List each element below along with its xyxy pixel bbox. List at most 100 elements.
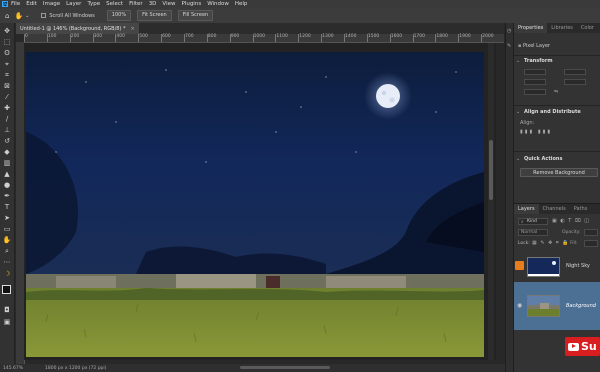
pixel-layer-icon: ▪: [518, 43, 522, 49]
menu-file[interactable]: File: [11, 1, 20, 7]
crop-tool-icon[interactable]: ⌗: [2, 71, 12, 80]
healing-brush-icon[interactable]: ✚: [2, 104, 12, 113]
zoom-tool-icon[interactable]: ⌕: [2, 247, 12, 256]
fit-screen-button[interactable]: Fit Screen: [137, 10, 172, 21]
tab-libraries[interactable]: Libraries: [547, 23, 577, 33]
blur-tool-icon[interactable]: ▲: [2, 170, 12, 179]
background-thumbnail: [527, 295, 560, 317]
eyedropper-tool-icon[interactable]: ⁄: [2, 93, 12, 102]
screen-mode-icon[interactable]: ▣: [2, 318, 12, 327]
quick-select-tool-icon[interactable]: ⌖: [2, 60, 12, 69]
edit-toolbar-icon[interactable]: ☽: [2, 270, 12, 279]
tab-paths[interactable]: Paths: [570, 204, 592, 214]
align-title: Align and Distribute: [524, 109, 581, 115]
transform-header[interactable]: Transform: [514, 57, 600, 66]
x-field[interactable]: [524, 79, 546, 85]
home-icon[interactable]: ⌂: [5, 12, 9, 20]
ruler-label: 100: [47, 34, 57, 39]
layer-row-background[interactable]: ◉ Background: [514, 282, 600, 330]
hand-tool-icon[interactable]: ✋: [14, 12, 23, 20]
menu-filter[interactable]: Filter: [129, 1, 143, 7]
layer-row-night-sky[interactable]: Night Sky: [514, 254, 600, 280]
quick-mask-icon[interactable]: ◘: [2, 306, 12, 315]
layer-name[interactable]: Background: [566, 303, 596, 309]
subscribe-badge: Su: [565, 337, 600, 356]
pen-tool-icon[interactable]: ✒: [2, 192, 12, 201]
document-canvas[interactable]: [26, 52, 484, 357]
remove-background-button[interactable]: Remove Background: [520, 168, 598, 177]
tab-color[interactable]: Color: [577, 23, 598, 33]
menu-edit[interactable]: Edit: [26, 1, 37, 7]
angle-field[interactable]: [524, 89, 546, 95]
menu-3d[interactable]: 3D: [149, 1, 157, 7]
eraser-tool-icon[interactable]: ◆: [2, 148, 12, 157]
rectangle-tool-icon[interactable]: ▭: [2, 225, 12, 234]
align-buttons-icon[interactable]: ▮▮▮ ▮▮▮: [520, 129, 552, 135]
document-tab[interactable]: Untitled-1 @ 146% (Background, RGB/8) * …: [16, 23, 139, 34]
menu-image[interactable]: Image: [43, 1, 60, 7]
ruler-label: 0: [25, 34, 28, 39]
lock-icons[interactable]: ▦ ✎ ✥ ⌗ 🔒: [532, 240, 570, 246]
history-brush-icon[interactable]: ↺: [2, 137, 12, 146]
ruler-label: 2000: [482, 34, 494, 39]
layer-filter-dropdown[interactable]: ⌕ Kind: [518, 218, 548, 225]
menu-layer[interactable]: Layer: [66, 1, 81, 7]
height-field[interactable]: [564, 69, 586, 75]
type-tool-icon[interactable]: T: [2, 203, 12, 212]
menu-select[interactable]: Select: [106, 1, 123, 7]
tab-channels[interactable]: Channels: [539, 204, 570, 214]
chevron-down-icon[interactable]: ⌄: [516, 156, 520, 162]
menu-view[interactable]: View: [162, 1, 175, 7]
width-field[interactable]: [524, 69, 546, 75]
ruler-label: 1200: [299, 34, 311, 39]
layer-name[interactable]: Night Sky: [566, 263, 590, 269]
history-panel-icon[interactable]: ◷: [507, 28, 511, 34]
ruler-label: 800: [207, 34, 217, 39]
document-tab-bar: Untitled-1 @ 146% (Background, RGB/8) * …: [16, 23, 504, 34]
gradient-tool-icon[interactable]: ▥: [2, 159, 12, 168]
chevron-down-icon[interactable]: ⌄: [25, 13, 29, 19]
search-icon: ⌕: [521, 220, 524, 225]
y-field[interactable]: [564, 79, 586, 85]
ruler-label: 300: [93, 34, 103, 39]
horizontal-scroll-thumb[interactable]: [240, 366, 330, 369]
quick-actions-header[interactable]: Quick Actions: [514, 155, 600, 164]
tab-layers[interactable]: Layers: [514, 204, 539, 214]
vertical-scroll-thumb[interactable]: [489, 140, 493, 200]
zoom-100-button[interactable]: 100%: [106, 10, 132, 21]
scroll-all-checkbox[interactable]: [41, 13, 47, 18]
flip-icon[interactable]: ⇋: [554, 89, 558, 95]
ruler-label: 1100: [276, 34, 288, 39]
layer-filter-icons[interactable]: ▣ ◐ T ⌧ ◫: [552, 218, 590, 224]
marquee-tool-icon[interactable]: ⬚: [2, 38, 12, 47]
ruler-label: 1600: [390, 34, 403, 39]
menu-type[interactable]: Type: [87, 1, 100, 7]
clone-stamp-icon[interactable]: ⊥: [2, 126, 12, 135]
frame-tool-icon[interactable]: ⊠: [2, 82, 12, 91]
lasso-tool-icon[interactable]: ʘ: [2, 49, 12, 58]
menu-help[interactable]: Help: [235, 1, 248, 7]
brush-panel-icon[interactable]: ✎: [507, 43, 511, 49]
eye-icon[interactable]: ◉: [517, 302, 522, 309]
vertical-scrollbar[interactable]: [488, 43, 494, 360]
menu-window[interactable]: Window: [207, 1, 229, 7]
brush-tool-icon[interactable]: ∕: [2, 115, 12, 124]
dodge-tool-icon[interactable]: ●: [2, 181, 12, 190]
foreground-color-swatch[interactable]: [2, 285, 11, 294]
blend-mode-dropdown[interactable]: Normal: [518, 229, 548, 236]
layer-type-label: ▪ Pixel Layer: [518, 43, 550, 49]
path-select-icon[interactable]: ➤: [2, 214, 12, 223]
opacity-field[interactable]: [584, 229, 598, 236]
chevron-down-icon[interactable]: ⌄: [516, 58, 520, 64]
move-tool-icon[interactable]: ✥: [2, 27, 12, 36]
menu-plugins[interactable]: Plugins: [181, 1, 201, 7]
tab-properties[interactable]: Properties: [514, 23, 548, 33]
fill-field[interactable]: [584, 240, 598, 247]
hand-tool-icon[interactable]: ✋: [2, 236, 12, 245]
zoom-level[interactable]: 145.67%: [3, 366, 23, 371]
chevron-down-icon[interactable]: ⌄: [516, 109, 520, 115]
fill-screen-button[interactable]: Fill Screen: [177, 10, 214, 21]
more-tools-icon[interactable]: ⋯: [2, 258, 12, 267]
close-tab-icon[interactable]: ×: [130, 26, 134, 32]
align-header[interactable]: Align and Distribute: [514, 108, 600, 117]
